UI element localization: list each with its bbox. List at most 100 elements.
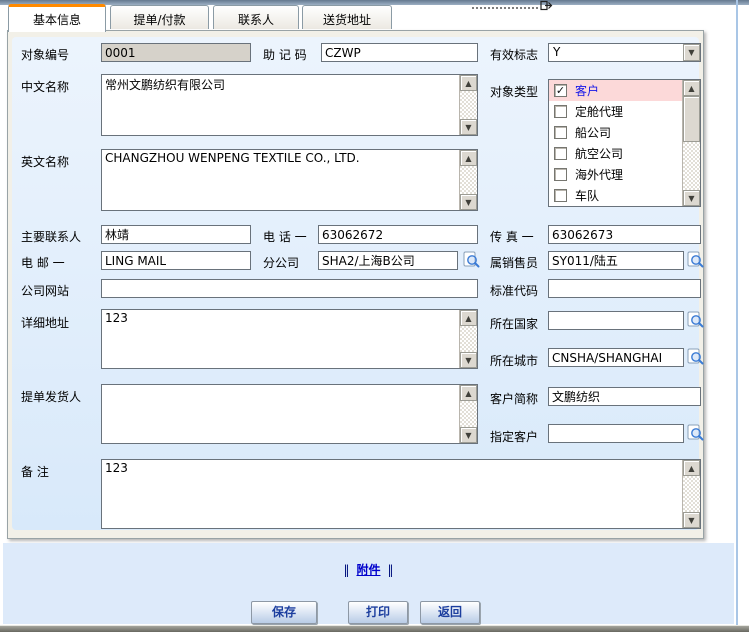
bl-shipper-textarea[interactable]: ▲ ▼ — [101, 384, 478, 444]
attachment-row: ‖附件‖ — [3, 561, 734, 578]
attachment-link[interactable]: 附件 — [356, 563, 380, 577]
scroll-up-icon[interactable]: ▲ — [460, 75, 477, 91]
phone1-input[interactable] — [318, 225, 478, 244]
fax1-input[interactable] — [548, 225, 701, 244]
scrollbar[interactable]: ▲ ▼ — [459, 150, 477, 210]
cn-name-text: 常州文鹏纺织有限公司 — [105, 76, 457, 93]
lookup-icon[interactable] — [687, 311, 704, 329]
list-item-shipping-company[interactable]: 船公司 — [549, 122, 683, 143]
checkbox[interactable] — [554, 105, 567, 118]
fax1-label: 传 真 一 — [490, 228, 534, 245]
lookup-icon[interactable] — [687, 348, 704, 366]
list-item-label: 定舱代理 — [575, 103, 623, 120]
valid-flag-label: 有效标志 — [490, 46, 538, 63]
undock-icon[interactable] — [540, 0, 553, 11]
scroll-up-icon[interactable]: ▲ — [683, 80, 700, 96]
list-item-label: 车队 — [575, 187, 599, 204]
scroll-track[interactable] — [460, 326, 477, 352]
lookup-icon[interactable] — [463, 251, 480, 269]
scroll-down-icon[interactable]: ▼ — [460, 427, 477, 443]
tab-label: 基本信息 — [33, 13, 81, 27]
scroll-up-icon[interactable]: ▲ — [460, 385, 477, 401]
checkbox[interactable] — [554, 189, 567, 202]
bl-shipper-label: 提单发货人 — [21, 388, 81, 405]
main-contact-input[interactable] — [101, 225, 251, 244]
scrollbar[interactable]: ▲ ▼ — [459, 75, 477, 135]
scrollbar[interactable]: ▲ ▼ — [682, 80, 700, 206]
remark-textarea[interactable]: 123 ▲ ▼ — [101, 459, 701, 529]
mnemonic-input[interactable] — [321, 43, 478, 62]
scroll-down-icon[interactable]: ▼ — [460, 194, 477, 210]
checkbox[interactable] — [554, 126, 567, 139]
tab-basic-info[interactable]: 基本信息 — [8, 4, 106, 32]
tab-contacts[interactable]: 联系人 — [213, 5, 299, 29]
en-name-text: CHANGZHOU WENPENG TEXTILE CO., LTD. — [105, 151, 457, 165]
tab-label: 联系人 — [238, 13, 274, 27]
lookup-icon[interactable] — [687, 251, 704, 269]
scroll-down-icon[interactable]: ▼ — [460, 119, 477, 135]
list-item-airline[interactable]: 航空公司 — [549, 143, 683, 164]
checkbox[interactable]: ✓ — [554, 84, 567, 97]
scroll-track[interactable] — [683, 142, 700, 190]
scroll-thumb[interactable] — [683, 96, 700, 142]
scrollbar[interactable]: ▲ ▼ — [682, 460, 700, 528]
scrollbar[interactable]: ▲ ▼ — [459, 385, 477, 443]
list-item-overseas-agent[interactable]: 海外代理 — [549, 164, 683, 185]
address-text: 123 — [105, 311, 457, 325]
valid-flag-select[interactable]: Y ▼ — [548, 43, 701, 62]
scroll-up-icon[interactable]: ▲ — [460, 150, 477, 166]
en-name-label: 英文名称 — [21, 153, 69, 170]
designated-cust-input[interactable] — [548, 424, 684, 443]
return-button[interactable]: 返回 — [420, 601, 480, 624]
chevron-down-icon[interactable]: ▼ — [683, 44, 700, 61]
scroll-down-icon[interactable]: ▼ — [683, 512, 700, 528]
object-no-input[interactable] — [101, 43, 251, 62]
checkbox[interactable] — [554, 168, 567, 181]
drag-grip[interactable] — [472, 7, 538, 9]
scroll-up-icon[interactable]: ▲ — [683, 460, 700, 476]
list-item-label: 船公司 — [575, 124, 611, 141]
cust-short-label: 客户简称 — [490, 390, 538, 407]
form-panel: 对象编号 助 记 码 有效标志 Y ▼ 中文名称 常州文鹏纺织有限公司 ▲ ▼ … — [7, 30, 704, 539]
country-input[interactable] — [548, 311, 684, 330]
lookup-icon[interactable] — [687, 424, 704, 442]
scroll-track[interactable] — [460, 166, 477, 194]
app-window: 基本信息 提单/付款 联系人 送货地址 对象编号 助 记 码 有效标志 Y ▼ … — [0, 0, 749, 632]
salesman-input[interactable] — [548, 251, 684, 270]
list-item-label: 海外代理 — [575, 166, 623, 183]
email1-input[interactable] — [101, 251, 251, 270]
address-textarea[interactable]: 123 ▲ ▼ — [101, 309, 478, 369]
list-item-label: 客户 — [575, 82, 599, 99]
list-item-customer[interactable]: ✓ 客户 — [549, 80, 683, 101]
cust-short-input[interactable] — [548, 387, 701, 406]
save-button[interactable]: 保存 — [251, 601, 317, 624]
en-name-textarea[interactable]: CHANGZHOU WENPENG TEXTILE CO., LTD. ▲ ▼ — [101, 149, 478, 211]
cn-name-textarea[interactable]: 常州文鹏纺织有限公司 ▲ ▼ — [101, 74, 478, 136]
tab-label: 提单/付款 — [133, 13, 185, 27]
country-label: 所在国家 — [490, 315, 538, 332]
scroll-down-icon[interactable]: ▼ — [460, 352, 477, 368]
list-item-truck-fleet[interactable]: 车队 — [549, 185, 683, 206]
tab-bl-payment[interactable]: 提单/付款 — [110, 5, 209, 29]
std-code-input[interactable] — [548, 279, 701, 298]
checkbox[interactable] — [554, 147, 567, 160]
scrollbar[interactable]: ▲ ▼ — [459, 310, 477, 368]
window-bottom-edge — [0, 625, 749, 632]
scroll-down-icon[interactable]: ▼ — [683, 190, 700, 206]
tab-label: 送货地址 — [323, 13, 371, 27]
mnemonic-label: 助 记 码 — [263, 46, 307, 63]
scroll-up-icon[interactable]: ▲ — [460, 310, 477, 326]
cn-name-label: 中文名称 — [21, 78, 69, 95]
scroll-track[interactable] — [683, 476, 700, 512]
print-button[interactable]: 打印 — [348, 601, 408, 624]
scroll-track[interactable] — [460, 401, 477, 427]
separator: ‖ — [388, 563, 394, 577]
tab-delivery-address[interactable]: 送货地址 — [302, 5, 392, 29]
list-item-booking-agent[interactable]: 定舱代理 — [549, 101, 683, 122]
main-contact-label: 主要联系人 — [21, 228, 81, 245]
branch-input[interactable] — [318, 251, 458, 270]
website-input[interactable] — [101, 279, 478, 298]
city-input[interactable] — [548, 348, 684, 367]
remark-text: 123 — [105, 461, 680, 475]
scroll-track[interactable] — [460, 91, 477, 119]
